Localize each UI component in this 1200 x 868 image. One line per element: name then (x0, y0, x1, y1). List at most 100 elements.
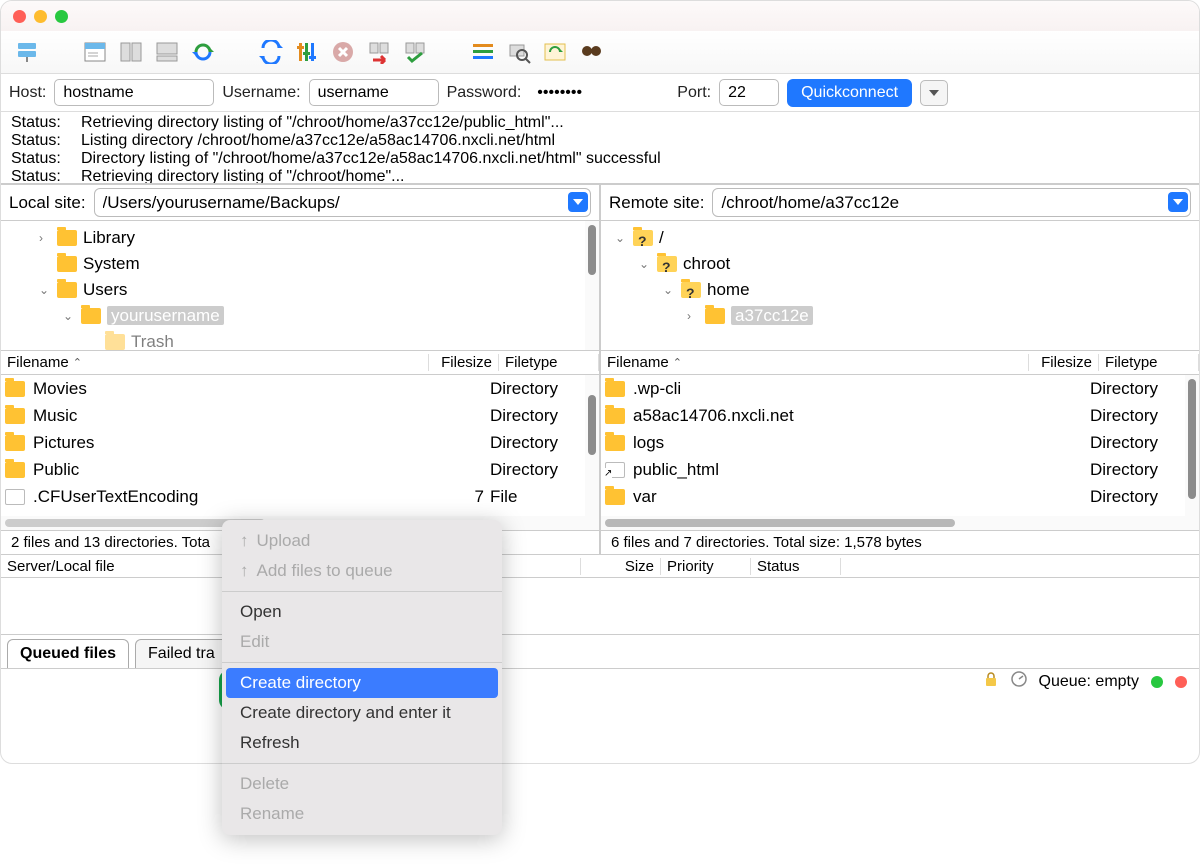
quickconnect-history-dropdown[interactable] (920, 80, 948, 106)
local-site-label: Local site: (9, 193, 86, 213)
file-row[interactable]: MusicDirectory (1, 402, 585, 429)
port-input[interactable] (719, 79, 779, 106)
menu-upload: ↑Upload (222, 526, 502, 556)
filter-icon[interactable] (293, 38, 321, 66)
sort-ascending-icon: ⌃ (73, 356, 82, 369)
scrollbar[interactable] (1185, 375, 1199, 516)
titlebar (1, 1, 1199, 31)
column-filename[interactable]: Filename (7, 354, 69, 371)
sort-ascending-icon: ⌃ (673, 356, 682, 369)
minimize-window-button[interactable] (34, 10, 47, 23)
app-window: Host: Username: Password: •••••••• Port:… (0, 0, 1200, 764)
file-panes: Local site: ›LibrarySystem⌄Users⌄youruse… (1, 184, 1199, 554)
file-row[interactable]: public_htmlDirectory (601, 456, 1185, 483)
disconnect-icon[interactable] (365, 38, 393, 66)
compare-icon[interactable] (469, 38, 497, 66)
local-directory-tree[interactable]: ›LibrarySystem⌄Users⌄yourusernameTrash (1, 221, 585, 350)
tree-item[interactable]: System (7, 251, 579, 277)
tab-queued-files[interactable]: Queued files (7, 639, 129, 668)
remote-site-path[interactable] (712, 188, 1191, 217)
toggle-queue-icon[interactable] (153, 38, 181, 66)
speed-limit-icon[interactable] (1011, 671, 1027, 692)
menu-create-directory-enter[interactable]: Create directory and enter it (222, 698, 502, 728)
host-input[interactable] (54, 79, 214, 106)
toggle-log-icon[interactable] (81, 38, 109, 66)
local-site-path[interactable] (94, 188, 591, 217)
file-row[interactable]: varDirectory (601, 483, 1185, 510)
local-file-list[interactable]: MoviesDirectoryMusicDirectoryPicturesDir… (1, 375, 585, 516)
remote-status: 6 files and 7 directories. Total size: 1… (601, 530, 1199, 554)
tree-item[interactable]: ⌄/ (607, 225, 1193, 251)
password-label: Password: (447, 84, 522, 102)
tree-item[interactable]: ›a37cc12e (607, 303, 1193, 329)
file-row[interactable]: PicturesDirectory (1, 429, 585, 456)
sync-icon[interactable] (257, 38, 285, 66)
file-row[interactable]: MoviesDirectory (1, 375, 585, 402)
menu-open[interactable]: Open (222, 597, 502, 627)
username-label: Username: (222, 84, 300, 102)
scrollbar[interactable] (601, 516, 1199, 530)
remote-file-headers[interactable]: Filename ⌃ Filesize Filetype (601, 351, 1199, 375)
close-window-button[interactable] (13, 10, 26, 23)
file-row[interactable]: .bash_history114File (601, 510, 1185, 516)
local-pane: Local site: ›LibrarySystem⌄Users⌄youruse… (1, 184, 599, 554)
footer-bar: Queue: empty (1, 668, 1199, 694)
remote-directory-tree[interactable]: ⌄/⌄chroot⌄home›a37cc12e (601, 221, 1199, 350)
find-icon[interactable] (577, 38, 605, 66)
tree-item[interactable]: ⌄Users (7, 277, 579, 303)
menu-add-to-queue: ↑Add files to queue (222, 556, 502, 586)
chevron-down-icon[interactable] (568, 192, 588, 212)
queue-header[interactable]: Server/Local file Size Priority Status (1, 554, 1199, 578)
scrollbar[interactable] (585, 221, 599, 350)
menu-refresh[interactable]: Refresh (222, 728, 502, 758)
tree-item[interactable]: ›Library (7, 225, 579, 251)
remote-site-label: Remote site: (609, 193, 704, 213)
refresh-icon[interactable] (189, 38, 217, 66)
remote-file-list[interactable]: .wp-cliDirectorya58ac14706.nxcli.netDire… (601, 375, 1185, 516)
add-queue-icon: ↑ (240, 561, 249, 581)
search-icon[interactable] (505, 38, 533, 66)
cancel-icon[interactable] (329, 38, 357, 66)
file-row[interactable]: PublicDirectory (1, 456, 585, 483)
sync-browse-icon[interactable] (541, 38, 569, 66)
column-filetype[interactable]: Filetype (505, 354, 558, 371)
column-filename[interactable]: Filename (607, 354, 669, 371)
menu-edit: Edit (222, 627, 502, 657)
column-filetype[interactable]: Filetype (1105, 354, 1158, 371)
remote-pane: Remote site: ⌄/⌄chroot⌄home›a37cc12e Fil… (599, 184, 1199, 554)
port-label: Port: (677, 84, 711, 102)
tree-item[interactable]: ⌄yourusername (7, 303, 579, 329)
maximize-window-button[interactable] (55, 10, 68, 23)
quickconnect-button[interactable]: Quickconnect (787, 79, 912, 107)
file-row[interactable]: .DS_Store (1, 510, 585, 516)
column-filesize[interactable]: Filesize (441, 354, 492, 371)
message-log[interactable]: Status:Retrieving directory listing of "… (1, 112, 1199, 184)
queue-col-priority[interactable]: Priority (661, 558, 751, 575)
tree-item[interactable]: ⌄chroot (607, 251, 1193, 277)
toggle-tree-icon[interactable] (117, 38, 145, 66)
chevron-down-icon[interactable] (1168, 192, 1188, 212)
file-row[interactable]: logsDirectory (601, 429, 1185, 456)
column-filesize[interactable]: Filesize (1041, 354, 1092, 371)
file-row[interactable]: .wp-cliDirectory (601, 375, 1185, 402)
scrollbar[interactable] (585, 375, 599, 516)
queue-area[interactable] (1, 578, 1199, 634)
file-row[interactable]: .CFUserTextEncoding7File (1, 483, 585, 510)
password-input[interactable]: •••••••• (529, 80, 669, 106)
main-toolbar (1, 31, 1199, 74)
lock-icon[interactable] (983, 671, 999, 692)
queue-tabs: Queued files Failed tra (1, 634, 1199, 668)
queue-col-size[interactable]: Size (581, 558, 661, 575)
local-file-headers[interactable]: Filename ⌃ Filesize Filetype (1, 351, 599, 375)
tree-item[interactable]: Trash (7, 329, 579, 351)
site-manager-icon[interactable] (13, 38, 41, 66)
reconnect-icon[interactable] (401, 38, 429, 66)
menu-rename: Rename (222, 799, 502, 829)
file-row[interactable]: a58ac14706.nxcli.netDirectory (601, 402, 1185, 429)
username-input[interactable] (309, 79, 439, 106)
tree-item[interactable]: ⌄home (607, 277, 1193, 303)
queue-col-status[interactable]: Status (751, 558, 841, 575)
menu-delete: Delete (222, 769, 502, 799)
status-indicator-ok (1151, 676, 1163, 688)
menu-create-directory[interactable]: Create directory (226, 668, 498, 698)
